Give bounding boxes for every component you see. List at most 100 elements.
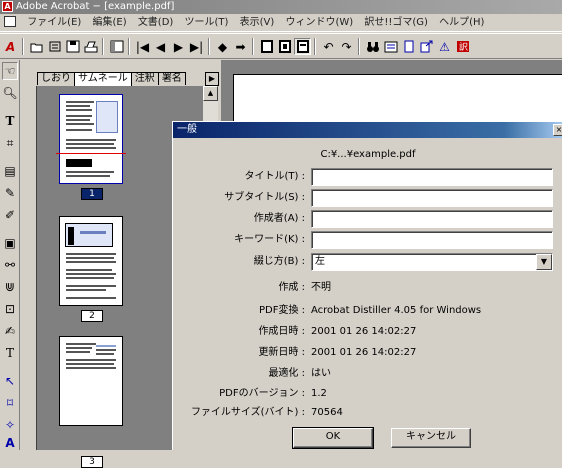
menu-translate[interactable]: 訳せ!!ゴマ(G) <box>360 14 432 32</box>
previous-page-icon[interactable]: ◀ <box>152 38 169 55</box>
menu-edit[interactable]: 編集(E) <box>89 14 131 32</box>
fit-width-icon[interactable] <box>294 38 311 55</box>
show-hide-navigation-icon[interactable] <box>108 38 125 55</box>
creator-label: 作成 : <box>278 282 305 293</box>
select-graphics-tool-icon[interactable]: ⌑ <box>2 394 18 412</box>
binding-select[interactable]: 左 ▼ <box>311 253 553 271</box>
link-tool-icon[interactable]: ⚯ <box>2 256 18 274</box>
document-menu-icon[interactable] <box>4 16 16 27</box>
dialog-titlebar: 一般 × <box>173 122 562 138</box>
go-back-icon[interactable]: ◆ <box>214 38 231 55</box>
touchup-text-tool-icon[interactable]: T <box>2 344 18 362</box>
page-thumbnail-1[interactable] <box>56 94 126 184</box>
keywords-input[interactable] <box>311 231 553 249</box>
modified-date-value: 2001 01 26 14:02:27 <box>311 347 417 358</box>
fit-page-icon[interactable] <box>276 38 293 55</box>
subtitle-input[interactable] <box>311 189 553 207</box>
crop-tool-icon[interactable]: ⌗ <box>2 134 18 152</box>
menu-document[interactable]: 文書(D) <box>134 14 178 32</box>
page-number-label[interactable]: 2 <box>81 310 103 322</box>
stamp-tool-icon[interactable]: ✧ <box>2 416 18 434</box>
movie-tool-icon[interactable]: ▣ <box>2 234 18 252</box>
scroll-up-button[interactable]: ▲ <box>203 86 218 101</box>
toolbar-separator <box>358 38 360 55</box>
text-tool-icon[interactable]: A <box>2 434 18 452</box>
optimized-label: 最適化 : <box>268 368 305 379</box>
dialog-title: 一般 <box>177 124 197 135</box>
tab-bookmarks[interactable]: しおり <box>37 72 75 85</box>
hand-tool-icon[interactable]: ☜ <box>2 62 18 80</box>
print-icon[interactable] <box>82 38 99 55</box>
left-toolbar: ☜ 🔍︎ T ⌗ ▤ ✎ ✐ ▣ ⚯ ⋓ ⊡ ✍ T ↖ ⌑ ✧ A <box>0 60 20 450</box>
close-icon[interactable]: × <box>553 124 562 136</box>
first-page-icon[interactable]: |◀ <box>134 38 151 55</box>
web-link-icon[interactable] <box>418 38 435 55</box>
modified-date-label: 更新日時 : <box>258 347 305 358</box>
creation-date-label: 作成日時 : <box>258 326 305 337</box>
window-titlebar: A Adobe Acrobat − [example.pdf] <box>0 0 562 14</box>
acrobat-app-icon: A <box>2 1 13 12</box>
menu-file[interactable]: ファイル(E) <box>23 14 85 32</box>
svg-text:訳: 訳 <box>459 41 468 53</box>
article-tool-icon[interactable]: ⋓ <box>2 278 18 296</box>
note-tool-icon[interactable]: ▤ <box>2 162 18 180</box>
pdf-version-value: 1.2 <box>311 388 327 399</box>
menu-view[interactable]: 表示(V) <box>236 14 279 32</box>
last-page-icon[interactable]: ▶| <box>188 38 205 55</box>
print-setup-icon[interactable] <box>46 38 63 55</box>
chevron-down-icon[interactable]: ▼ <box>536 254 552 270</box>
signature-tool-icon[interactable]: ✍ <box>2 322 18 340</box>
producer-value: Acrobat Distiller 4.05 for Windows <box>311 305 482 316</box>
find-binoculars-icon[interactable] <box>364 38 381 55</box>
menu-tools[interactable]: ツール(T) <box>181 14 233 32</box>
warning-icon[interactable]: ⚠ <box>436 38 453 55</box>
title-input[interactable] <box>311 168 553 186</box>
go-forward-icon[interactable]: ➡ <box>232 38 249 55</box>
window-title: Adobe Acrobat − [example.pdf] <box>16 1 175 12</box>
keywords-label: キーワード(K) : <box>234 234 305 245</box>
file-size-value: 70564 <box>311 407 343 418</box>
menu-help[interactable]: ヘルプ(H) <box>435 14 488 32</box>
save-icon[interactable] <box>64 38 81 55</box>
acrobat-logo-icon: A <box>5 39 16 54</box>
tab-scroll-right-button[interactable]: ▶ <box>205 72 219 86</box>
file-size-label: ファイルサイズ(バイト) : <box>190 407 305 418</box>
page-number-label[interactable]: 3 <box>81 456 103 468</box>
tab-thumbnails[interactable]: サムネール <box>74 72 132 86</box>
next-page-icon[interactable]: ▶ <box>170 38 187 55</box>
actual-size-icon[interactable] <box>258 38 275 55</box>
document-info-dialog: 一般 × C:¥...¥example.pdf タイトル(T) : サブタイトル… <box>172 121 562 450</box>
zoom-tool-icon[interactable]: 🔍︎ <box>2 84 18 102</box>
menu-bar: ファイル(E) 編集(E) 文書(D) ツール(T) 表示(V) ウィンドウ(W… <box>0 14 562 32</box>
pdf-version-label: PDFのバージョン : <box>219 388 305 399</box>
creator-value: 不明 <box>311 282 331 293</box>
form-tool-icon[interactable]: ⊡ <box>2 300 18 318</box>
text-select-tool-icon[interactable]: T <box>2 112 18 130</box>
toolbar-separator <box>102 38 104 55</box>
author-input[interactable] <box>311 210 553 228</box>
author-label: 作成者(A) : <box>253 213 305 224</box>
translate-icon[interactable]: 訳 <box>454 38 471 55</box>
main-toolbar: A |◀ ◀ ▶ ▶| ◆ ➡ ↶ ↷ ⚠ 訳 <box>0 33 562 59</box>
creation-date-value: 2001 01 26 14:02:27 <box>311 326 417 337</box>
tab-signatures[interactable]: 署名 <box>157 72 186 85</box>
pencil-tool-icon[interactable]: ✎ <box>2 184 18 202</box>
title-label: タイトル(T) : <box>244 171 305 182</box>
page-thumbnail-2[interactable] <box>59 216 123 306</box>
tab-annotations[interactable]: 注釈 <box>130 72 159 85</box>
subtitle-label: サブタイトル(S) : <box>224 192 305 203</box>
page-layout-icon[interactable] <box>382 38 399 55</box>
rotate-left-icon[interactable]: ↶ <box>320 38 337 55</box>
page-number-label[interactable]: 1 <box>81 188 103 200</box>
producer-label: PDF変換 : <box>258 305 305 316</box>
cancel-button[interactable]: キャンセル <box>391 428 471 448</box>
ok-button[interactable]: OK <box>292 427 374 449</box>
toolbar-separator <box>128 38 130 55</box>
highlight-tool-icon[interactable]: ✐ <box>2 206 18 224</box>
touchup-object-tool-icon[interactable]: ↖ <box>2 372 18 390</box>
open-icon[interactable] <box>28 38 45 55</box>
rotate-right-icon[interactable]: ↷ <box>338 38 355 55</box>
page-thumbnail-3[interactable] <box>59 336 123 426</box>
menu-window[interactable]: ウィンドウ(W) <box>281 14 357 32</box>
single-page-icon[interactable] <box>400 38 417 55</box>
